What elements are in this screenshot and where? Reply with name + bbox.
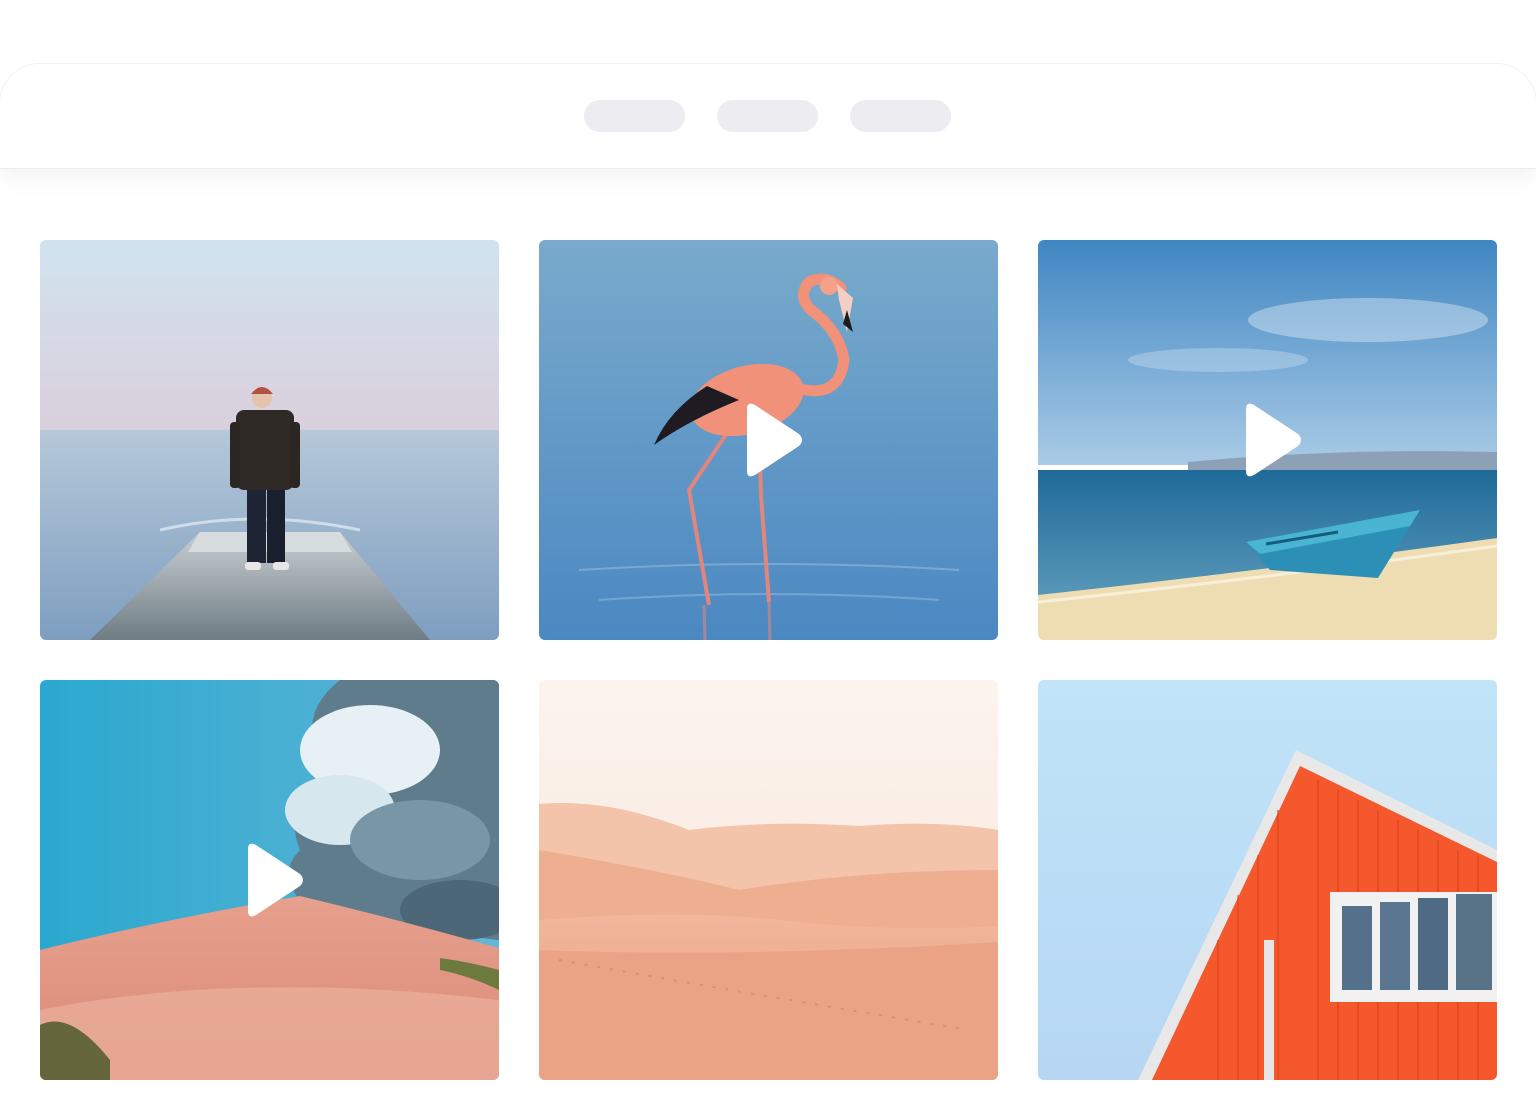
photo-person-on-pier xyxy=(40,240,499,640)
gallery-tile-desert-dune-clouds[interactable] xyxy=(40,680,499,1080)
tab-1[interactable] xyxy=(584,100,685,132)
photo-desert-dunes xyxy=(539,680,998,1080)
media-gallery-grid xyxy=(40,240,1497,1080)
tab-3[interactable] xyxy=(850,100,951,132)
photo-orange-house xyxy=(1038,680,1497,1080)
play-button[interactable] xyxy=(242,841,306,919)
play-icon xyxy=(746,403,802,477)
gallery-tile-person-on-pier[interactable] xyxy=(40,240,499,640)
play-button[interactable] xyxy=(1240,401,1304,479)
gallery-tile-boat-on-beach[interactable] xyxy=(1038,240,1497,640)
header-bar xyxy=(0,64,1536,169)
gallery-tile-flamingo[interactable] xyxy=(539,240,998,640)
app-window xyxy=(0,64,1536,1120)
gallery-tile-orange-house[interactable] xyxy=(1038,680,1497,1080)
filter-tabs xyxy=(584,100,951,132)
tab-2[interactable] xyxy=(717,100,818,132)
play-icon xyxy=(247,843,303,917)
play-icon xyxy=(1245,403,1301,477)
play-button[interactable] xyxy=(741,401,805,479)
gallery-tile-desert-dunes[interactable] xyxy=(539,680,998,1080)
